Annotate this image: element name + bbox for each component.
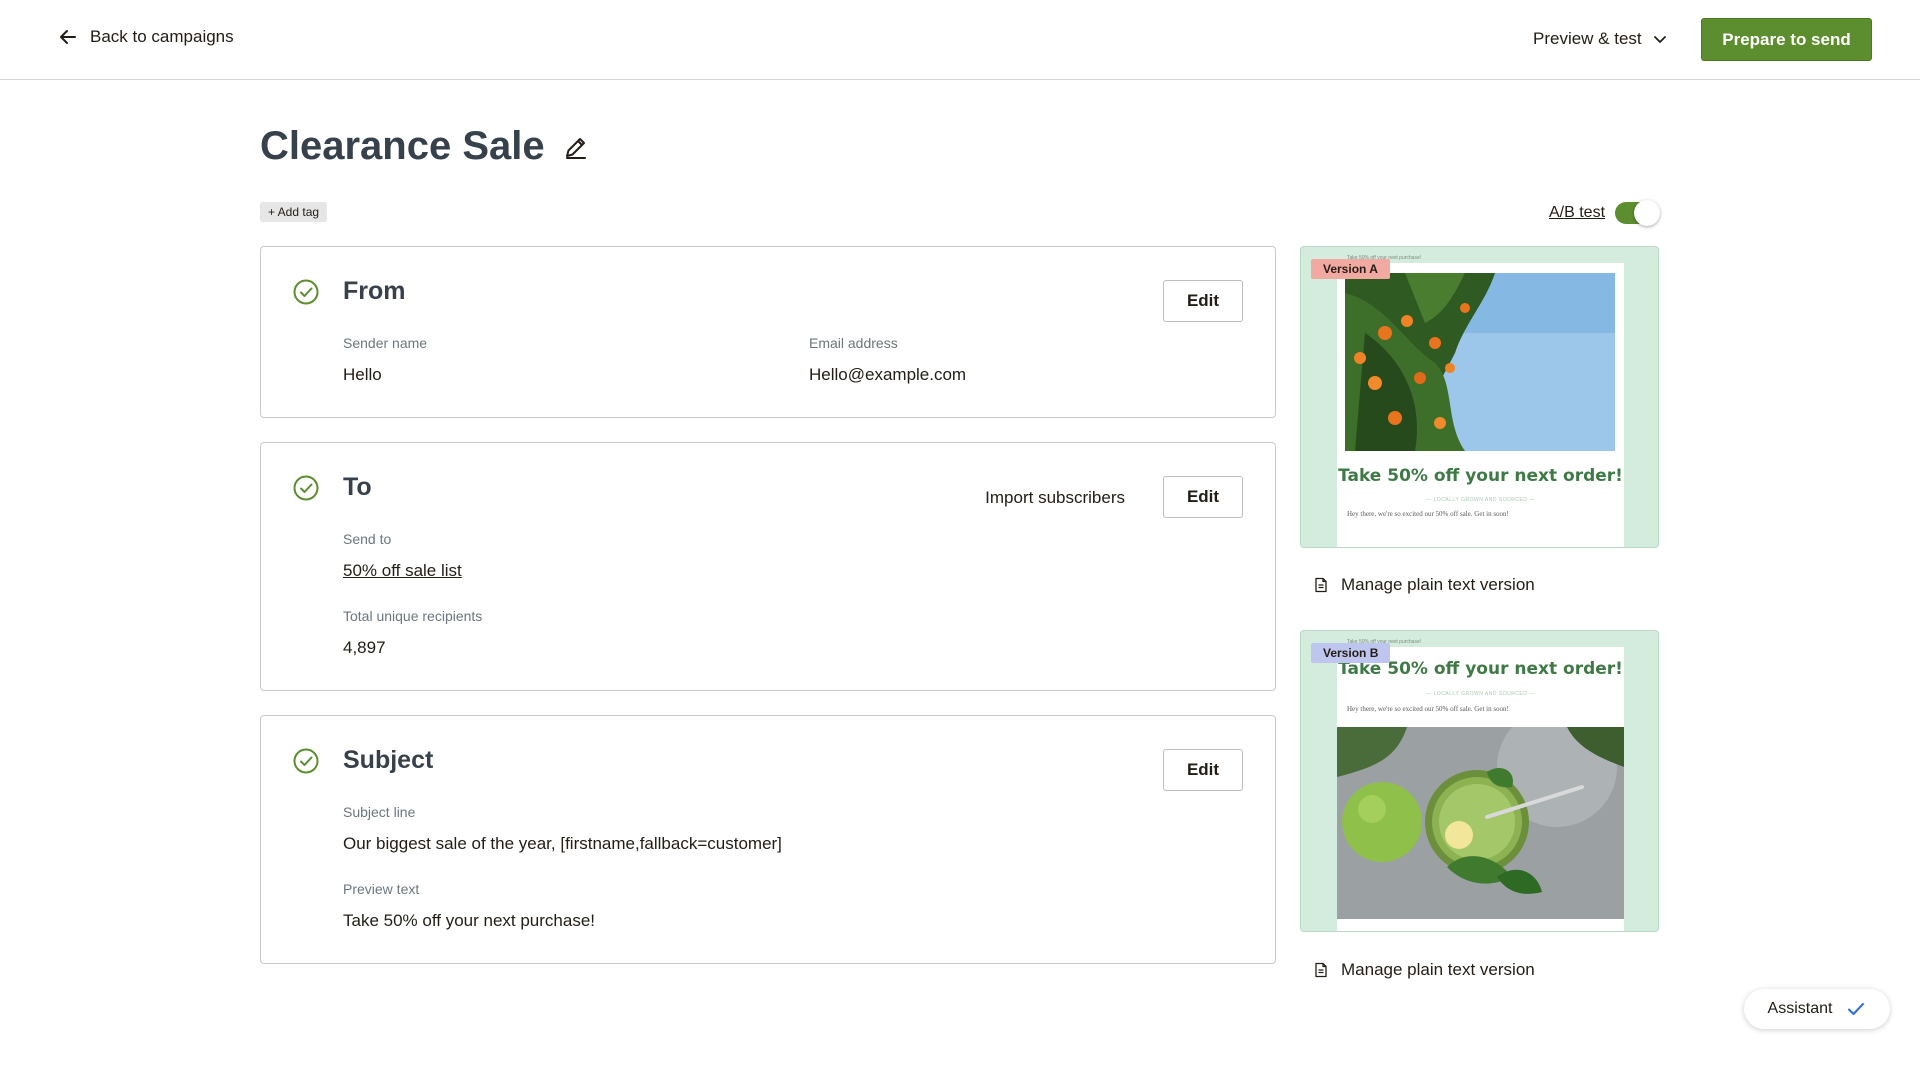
check-circle-icon bbox=[293, 475, 319, 501]
manage-plain-text-link-b[interactable]: Manage plain text version bbox=[1313, 960, 1535, 980]
preview-test-dropdown[interactable]: Preview & test bbox=[1533, 29, 1668, 49]
sender-name-label: Sender name bbox=[343, 335, 428, 351]
subject-line-label: Subject line bbox=[343, 804, 416, 820]
check-circle-icon bbox=[293, 748, 319, 774]
version-b-badge: Version B bbox=[1311, 643, 1391, 663]
prepare-to-send-button[interactable]: Prepare to send bbox=[1701, 18, 1872, 61]
body-text: Hey there, we're so excited our 50% off … bbox=[1347, 510, 1509, 518]
send-to-label: Send to bbox=[343, 531, 392, 547]
offer-headline: Take 50% off your next order! bbox=[1338, 466, 1623, 486]
from-title: From bbox=[343, 277, 406, 305]
tagline-text: — LOCALLY GROWN AND SOURCED — bbox=[1426, 497, 1535, 503]
orange-tree-image bbox=[1345, 273, 1615, 451]
manage-plain-text-link-a[interactable]: Manage plain text version bbox=[1313, 575, 1535, 595]
document-icon bbox=[1315, 577, 1327, 593]
from-edit-button[interactable]: Edit bbox=[1163, 280, 1243, 322]
manage-plain-text-label: Manage plain text version bbox=[1341, 960, 1535, 979]
from-card: From Edit Sender name Hello Email addres… bbox=[260, 246, 1276, 418]
send-to-list-link[interactable]: 50% off sale list bbox=[343, 561, 462, 581]
assistant-label: Assistant bbox=[1767, 1000, 1833, 1017]
to-title: To bbox=[343, 473, 372, 501]
ab-test-toggle[interactable] bbox=[1615, 200, 1661, 226]
subject-edit-button[interactable]: Edit bbox=[1163, 749, 1243, 791]
campaign-title: Clearance Sale bbox=[260, 124, 545, 168]
sender-name-value: Hello bbox=[343, 365, 382, 384]
email-address-value: Hello@example.com bbox=[809, 365, 967, 384]
back-to-campaigns-link[interactable]: Back to campaigns bbox=[58, 27, 234, 47]
preview-text-label: Preview text bbox=[343, 881, 420, 897]
tagline-text: — LOCALLY GROWN AND SOURCED — bbox=[1426, 691, 1535, 697]
toggle-knob bbox=[1634, 200, 1661, 226]
top-bar: Back to campaigns Preview & test Prepare… bbox=[0, 0, 1920, 80]
recipients-label: Total unique recipients bbox=[343, 608, 483, 624]
checkmark-icon bbox=[1848, 1003, 1865, 1015]
page-title: Clearance Sale bbox=[260, 124, 589, 169]
to-edit-button[interactable]: Edit bbox=[1163, 476, 1243, 518]
version-b-preview[interactable]: Take 50% off your next purchase! Take 50… bbox=[1300, 630, 1659, 932]
add-tag-button[interactable]: + Add tag bbox=[260, 202, 328, 222]
version-a-preview[interactable]: Take 50% off your next purchase! Take 50… bbox=[1300, 246, 1659, 548]
email-preview-sheet: Take 50% off your next order! — LOCALLY … bbox=[1337, 647, 1624, 931]
email-address-label: Email address bbox=[809, 335, 898, 351]
version-a-badge: Version A bbox=[1311, 259, 1390, 279]
back-label: Back to campaigns bbox=[90, 27, 234, 46]
chevron-down-icon bbox=[1653, 36, 1666, 43]
preview-text-value: Take 50% off your next purchase! bbox=[343, 911, 596, 930]
document-icon bbox=[1315, 962, 1327, 978]
arrow-left-icon bbox=[60, 30, 76, 44]
pencil-icon[interactable] bbox=[563, 134, 589, 160]
smoothie-image bbox=[1337, 727, 1624, 919]
ab-test-label[interactable]: A/B test bbox=[1549, 204, 1605, 222]
manage-plain-text-label: Manage plain text version bbox=[1341, 575, 1535, 594]
assistant-button[interactable]: Assistant bbox=[1744, 989, 1890, 1029]
import-subscribers-link[interactable]: Import subscribers bbox=[985, 488, 1125, 508]
recipients-value: 4,897 bbox=[343, 638, 386, 657]
check-circle-icon bbox=[293, 279, 319, 305]
email-preview-sheet: Take 50% off your next order! — LOCALLY … bbox=[1337, 263, 1624, 547]
to-card: To Import subscribers Edit Send to 50% o… bbox=[260, 442, 1276, 691]
subject-card: Subject Edit Subject line Our biggest sa… bbox=[260, 715, 1276, 964]
body-text: Hey there, we're so excited our 50% off … bbox=[1347, 705, 1509, 713]
preview-test-label: Preview & test bbox=[1533, 29, 1642, 48]
subject-line-value: Our biggest sale of the year, [firstname… bbox=[343, 834, 782, 853]
ab-test-control: A/B test bbox=[1549, 200, 1661, 226]
subject-title: Subject bbox=[343, 746, 434, 774]
